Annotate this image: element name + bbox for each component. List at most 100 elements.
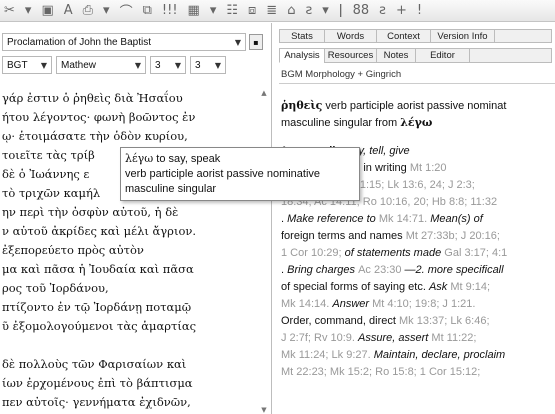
- toolbar-icon-7[interactable]: ⧉: [141, 3, 154, 18]
- toolbar-icon-5[interactable]: ▾: [101, 3, 112, 18]
- toolbar-icon-13[interactable]: ≣: [264, 3, 279, 18]
- verse-line[interactable]: ν αὐτοῦ ἀκρίδες καὶ μέλι ἄγριον.: [2, 222, 258, 241]
- passage-title: Proclamation of John the Baptist: [7, 36, 151, 48]
- tab-analysis[interactable]: Analysis: [279, 48, 325, 63]
- toolbar-icon-2[interactable]: ▣: [39, 3, 55, 18]
- lexicon-span[interactable]: Mk 11:24; Lk 9:27.: [281, 349, 374, 361]
- verse-line[interactable]: ἐξεπορεύετο πρὸς αὐτὸν: [2, 241, 258, 260]
- version-select[interactable]: BGT ▼: [2, 56, 52, 74]
- tab-overflow[interactable]: [469, 48, 552, 63]
- tab-overflow[interactable]: [494, 29, 552, 43]
- toolbar-icon-8[interactable]: !!!: [160, 3, 180, 18]
- toolbar-icon-18[interactable]: 88: [351, 3, 372, 18]
- passage-title-row: Proclamation of John the Baptist ▼ ▪: [2, 33, 272, 51]
- lexicon-span[interactable]: Mt 1:20: [410, 162, 447, 174]
- book-value: Mathew: [61, 59, 97, 71]
- toolbar-icon-12[interactable]: ⧈: [246, 3, 258, 18]
- lexicon-span[interactable]: J 2:7f; Rv 10:9.: [281, 332, 358, 344]
- verse-line[interactable]: πτίζοντο ἐν τῷ Ἰορδάνῃ ποταμῷ: [2, 298, 258, 317]
- passage-title-combo[interactable]: Proclamation of John the Baptist ▼: [2, 33, 246, 51]
- verse-line[interactable]: πεν αὐτοῖς· γεννήματα ἐχιδνῶν,: [2, 393, 258, 412]
- lexicon-span: foreign terms and names: [281, 230, 406, 242]
- toolbar-icon-17[interactable]: ǀ: [337, 3, 345, 18]
- entry-word: ῥηθεὶς: [281, 99, 323, 112]
- verse-line[interactable]: ρος τοῦ Ἰορδάνου,: [2, 279, 258, 298]
- verse-line[interactable]: [2, 336, 258, 355]
- toolbar-icon-0[interactable]: ✂: [2, 3, 17, 18]
- lexicon-span[interactable]: Mt 11:22;: [431, 332, 476, 344]
- toolbar-icon-3[interactable]: A: [62, 3, 75, 18]
- toolbar-icon-19[interactable]: ƨ: [377, 3, 388, 18]
- lexicon-span: Mean(s) of: [430, 213, 483, 225]
- verse-line[interactable]: ῦ ἐξομολογούμενοι τὰς ἁμαρτίας: [2, 317, 258, 336]
- greek-text[interactable]: γάρ ἐστιν ὁ ῥηθεὶς διὰ Ἠσαΐου ήτου λέγοντ…: [0, 89, 258, 414]
- chevron-down-icon: ▼: [134, 60, 141, 70]
- chevron-down-icon: ▼: [174, 60, 181, 70]
- book-select[interactable]: Mathew ▼: [56, 56, 146, 74]
- lexicon-span[interactable]: 1 Cor 10:29;: [281, 247, 345, 259]
- entry-parse-2: masculine singular from: [281, 117, 398, 129]
- lexicon-line: J 2:7f; Rv 10:9. Assure, assert Mt 11:22…: [281, 330, 553, 347]
- verse-line[interactable]: δὲ πολλοὺς τῶν Φαρισαίων καὶ: [2, 355, 258, 374]
- tooltip-lemma-line: λέγω to say, speak: [125, 151, 355, 167]
- toolbar-icon-9[interactable]: ▦: [186, 3, 202, 18]
- lexicon-span[interactable]: Mt 4:10; 19:8; J 1:21.: [372, 298, 475, 310]
- toolbar-icon-15[interactable]: ƨ: [303, 3, 314, 18]
- main-toolbar: ✂ ▾ ▣ A ⎙ ▾ ⌒ ⧉!!! ▦ ▾ ☷ ⧈ ≣ ⌂ ƨ ▾ ǀ 88 ƨ +!: [0, 0, 555, 22]
- tab-words[interactable]: Words: [324, 29, 377, 43]
- verse-line[interactable]: ην περὶ τὴν ὀσφὺν αὐτοῦ, ἡ δὲ: [2, 203, 258, 222]
- lexicon-line: Mt 22:23; Mk 15:2; Ro 15:8; 1 Cor 15:12;: [281, 364, 553, 381]
- verse-line[interactable]: γάρ ἐστιν ὁ ῥηθεὶς διὰ Ἠσαΐου: [2, 89, 258, 108]
- lexicon-span[interactable]: Mk 14:71.: [379, 213, 430, 225]
- tabs-row-2: Analysis Resources Notes Editor: [279, 48, 555, 63]
- lexicon-span: Ask: [428, 281, 451, 293]
- lexicon-line: Order, command, direct Mk 13:37; Lk 6:46…: [281, 313, 553, 330]
- tab-resources[interactable]: Resources: [324, 48, 377, 63]
- toolbar-icon-11[interactable]: ☷: [224, 3, 240, 18]
- tab-stats[interactable]: Stats: [279, 29, 325, 43]
- lexicon-span: of special forms of saying etc.: [281, 281, 429, 293]
- toolbar-icon-16[interactable]: ▾: [320, 3, 331, 18]
- toolbar-icon-21[interactable]: !: [415, 3, 424, 18]
- entry-head: ῥηθεὶς verb participle aorist passive no…: [281, 97, 553, 114]
- entry-lemma: λέγω: [400, 116, 433, 129]
- version-value: BGT: [7, 59, 28, 71]
- lexicon-span[interactable]: Mt 9:14;: [450, 281, 490, 293]
- tab-context[interactable]: Context: [376, 29, 431, 43]
- lexicon-span: Bring charges: [287, 264, 359, 276]
- tab-version-info[interactable]: Version Info: [430, 29, 495, 43]
- lexicon-span[interactable]: Mt 22:23; Mk 15:2; Ro 15:8; 1 Cor 15:12;: [281, 366, 480, 378]
- lexicon-span: Order, command, direct: [281, 315, 399, 327]
- lexicon-span[interactable]: Mt 27:33b; J 20:16;: [406, 230, 500, 242]
- lexicon-span: Make reference to: [287, 213, 379, 225]
- scroll-down-icon[interactable]: ▼: [259, 406, 269, 414]
- lexicon-line: Mk 11:24; Lk 9:27. Maintain, declare, pr…: [281, 347, 553, 364]
- lexicon-span[interactable]: Mk 13:37; Lk 6:46;: [399, 315, 490, 327]
- tooltip-gloss: to say, speak: [156, 153, 221, 165]
- toolbar-icon-4[interactable]: ⎙: [81, 3, 95, 18]
- toolbar-icon-1[interactable]: ▾: [23, 3, 34, 18]
- chapter-select[interactable]: 3 ▼: [150, 56, 186, 74]
- verse-line[interactable]: ῳ· ἑτοιμάσατε τὴν ὁδὸν κυρίου,: [2, 127, 258, 146]
- verse-line[interactable]: ίων ἐρχομένους ἐπὶ τὸ βάπτισμα: [2, 374, 258, 393]
- lexicon-span[interactable]: Ac 23:30: [358, 264, 401, 276]
- tab-editor[interactable]: Editor: [415, 48, 470, 63]
- chevron-down-icon: ▼: [234, 37, 241, 47]
- verse-select[interactable]: 3 ▼: [190, 56, 226, 74]
- tooltip-parse-1: verb participle aorist passive nominativ…: [125, 168, 321, 180]
- lexicon-span[interactable]: Gal 3:17; 4:1: [444, 247, 507, 259]
- lexicon-span[interactable]: Mk 14:14.: [281, 298, 332, 310]
- verse-line[interactable]: μα καὶ πᾶσα ἡ Ἰουδαία καὶ πᾶσα: [2, 260, 258, 279]
- tabs-row-1: Stats Words Context Version Info: [279, 29, 555, 43]
- toolbar-icon-14[interactable]: ⌂: [285, 3, 297, 18]
- scroll-up-icon[interactable]: ▲: [259, 89, 269, 97]
- passage-menu-button[interactable]: ▪: [249, 34, 263, 50]
- toolbar-icon-10[interactable]: ▾: [208, 3, 219, 18]
- toolbar-icon-6[interactable]: ⌒: [118, 1, 135, 20]
- verse-value: 3: [195, 59, 201, 71]
- passage-scrollbar[interactable]: ▲ ▼: [259, 89, 269, 414]
- tooltip-lemma: λέγω: [125, 152, 154, 165]
- toolbar-icon-20[interactable]: +: [394, 3, 409, 18]
- verse-line[interactable]: ήτου λέγοντος· φωνὴ βοῶντος ἐν: [2, 108, 258, 127]
- tab-notes[interactable]: Notes: [376, 48, 416, 63]
